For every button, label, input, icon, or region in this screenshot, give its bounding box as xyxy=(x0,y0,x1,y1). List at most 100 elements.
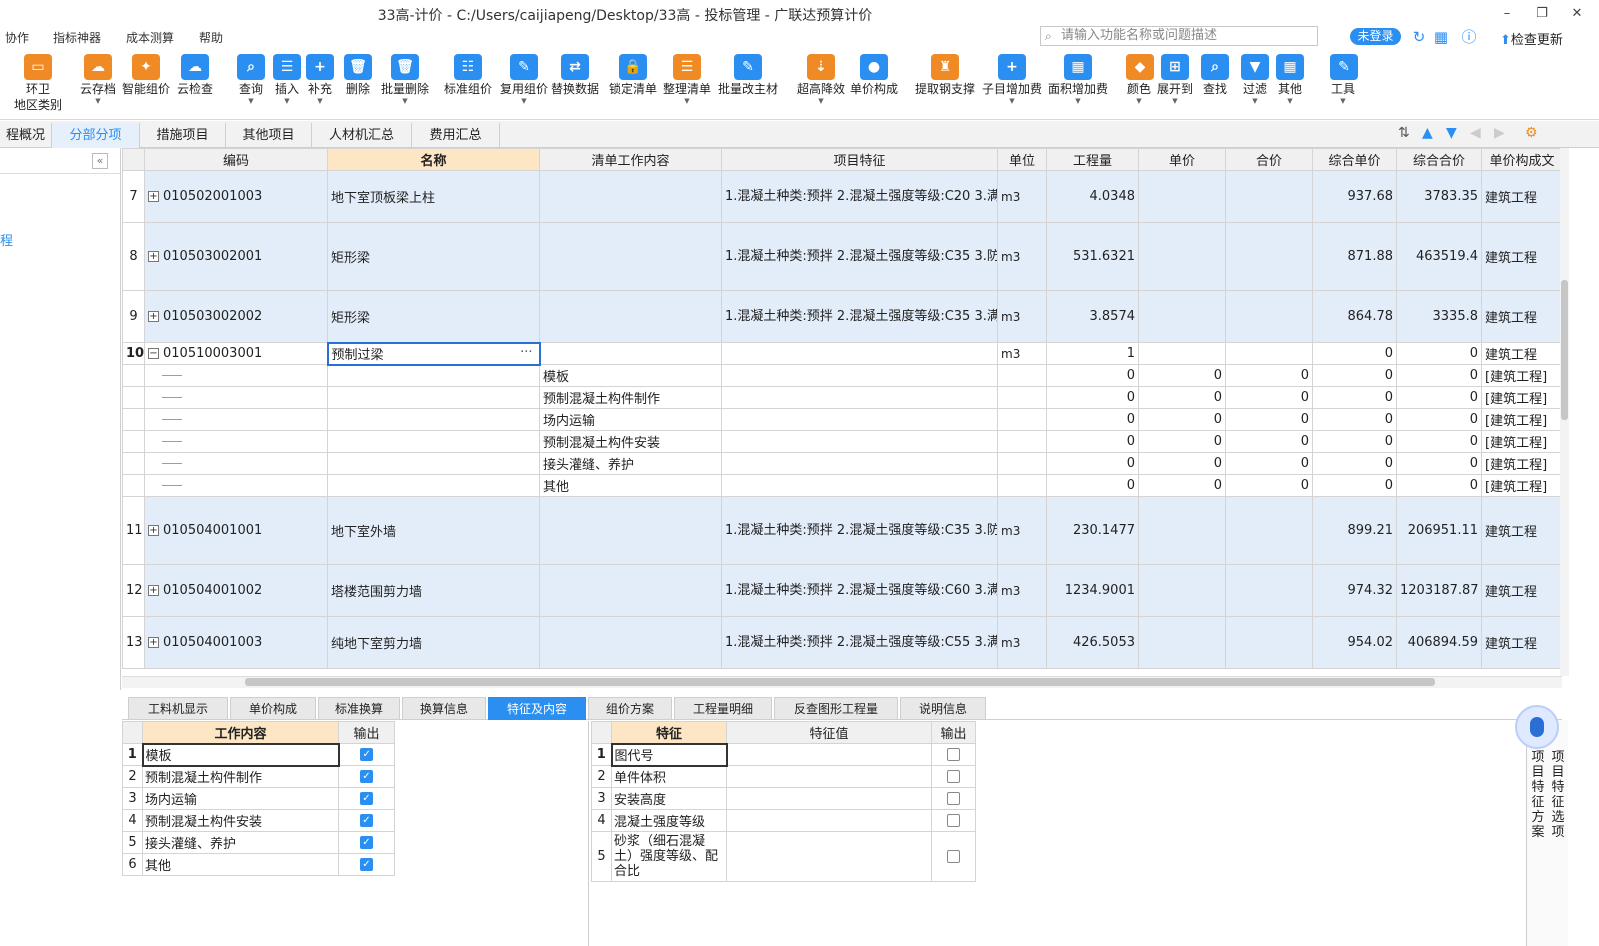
price-composition-cell[interactable]: [建筑工程] xyxy=(1481,474,1562,497)
qty-cell[interactable]: 0 xyxy=(1046,408,1139,431)
utotal-cell[interactable]: 3783.35 xyxy=(1396,170,1482,223)
price-cell[interactable] xyxy=(1138,564,1226,617)
uprice-cell[interactable]: 871.88 xyxy=(1312,222,1397,291)
table-row[interactable]: 7 +010502001003 地下室顶板梁上柱 1.混凝土种类:预拌 2.混凝土强度… xyxy=(122,170,1562,223)
item-name-cell[interactable] xyxy=(327,364,540,387)
total-cell[interactable]: 0 xyxy=(1225,386,1313,409)
detail-tab[interactable]: 工料机显示 xyxy=(128,697,228,720)
check-update-button[interactable]: ⬆检查更新 xyxy=(1500,29,1563,48)
output-checkbox[interactable] xyxy=(947,814,960,827)
item-name-cell[interactable]: 预制过梁 ··· xyxy=(326,341,541,366)
table-row[interactable]: 12 +010504001002 塔楼范围剪力墙 1.混凝土种类:预拌 2.混凝土强度… xyxy=(122,564,1562,617)
search-input[interactable]: ⌕ 请输入功能名称或问题描述 xyxy=(1040,26,1318,46)
price-cell[interactable]: 0 xyxy=(1138,452,1226,475)
price-cell[interactable]: 0 xyxy=(1138,386,1226,409)
price-composition-cell[interactable]: 建筑工程 xyxy=(1481,496,1562,565)
item-code-cell[interactable] xyxy=(144,430,328,453)
output-cell[interactable]: ✓ xyxy=(338,765,395,788)
menu-item-help[interactable]: 帮助 xyxy=(199,29,223,46)
toolbar-organize-list-button[interactable]: ☰ 整理清单 ▼ xyxy=(663,52,711,116)
table-row[interactable]: 2 预制混凝土构件制作 ✓ xyxy=(122,765,395,788)
utotal-cell[interactable]: 463519.4 xyxy=(1396,222,1482,291)
minimize-button[interactable]: – xyxy=(1495,4,1519,24)
qty-cell[interactable]: 0 xyxy=(1046,386,1139,409)
toolbar-tools-button[interactable]: ✎ 工具 ▼ xyxy=(1330,52,1358,116)
menu-item-collab[interactable]: 协作 xyxy=(5,29,29,46)
col-composite-price[interactable]: 综合单价 xyxy=(1312,148,1397,171)
output-checkbox[interactable]: ✓ xyxy=(360,770,373,783)
detail-tab[interactable]: 反查图形工程量 xyxy=(774,697,898,720)
qty-cell[interactable]: 1234.9001 xyxy=(1046,564,1139,617)
work-content-cell[interactable]: 接头灌缝、养护 xyxy=(539,452,722,475)
toolbar-unit-price-button[interactable]: ● 单价构成 xyxy=(849,52,899,116)
feature-value[interactable] xyxy=(726,831,932,882)
work-content-name[interactable]: 接头灌缝、养护 xyxy=(142,831,339,854)
work-content-cell[interactable]: 预制混凝土构件安装 xyxy=(539,430,722,453)
item-code-cell[interactable]: +010503002001 xyxy=(144,222,328,291)
apps-icon[interactable]: ▦ xyxy=(1430,27,1452,47)
dropdown-arrow-icon[interactable]: ▼ xyxy=(1156,97,1194,105)
expand-icon[interactable]: + xyxy=(148,525,159,536)
item-name-cell[interactable] xyxy=(327,386,540,409)
unit-cell[interactable] xyxy=(997,474,1047,497)
dropdown-arrow-icon[interactable]: ▼ xyxy=(1240,97,1270,105)
item-name-cell[interactable] xyxy=(327,452,540,475)
features-cell[interactable] xyxy=(721,408,998,431)
total-cell[interactable] xyxy=(1225,290,1313,343)
total-cell[interactable] xyxy=(1225,170,1313,223)
price-cell[interactable] xyxy=(1138,496,1226,565)
unit-cell[interactable] xyxy=(997,452,1047,475)
total-cell[interactable]: 0 xyxy=(1225,430,1313,453)
col-composite-total[interactable]: 综合合价 xyxy=(1396,148,1482,171)
output-cell[interactable] xyxy=(931,831,976,882)
tree-item-project[interactable]: 程 xyxy=(0,230,13,249)
work-content-cell[interactable]: 其他 xyxy=(539,474,722,497)
price-cell[interactable] xyxy=(1138,222,1226,291)
detail-tab[interactable]: 单价构成 xyxy=(230,697,316,720)
feature-name[interactable]: 混凝土强度等级 xyxy=(611,809,727,832)
horizontal-scroll-thumb[interactable] xyxy=(245,678,1435,686)
price-composition-cell[interactable]: 建筑工程 xyxy=(1481,222,1562,291)
qty-cell[interactable]: 4.0348 xyxy=(1046,170,1139,223)
toolbar-batch-material-button[interactable]: ✎ 批量改主材 xyxy=(718,52,778,116)
total-cell[interactable] xyxy=(1225,564,1313,617)
features-cell[interactable]: 1.混凝土种类:预拌 2.混凝土强度等级:C35 3.防水等级: P6 4.满足… xyxy=(721,222,998,291)
toolbar-region-button[interactable]: ▭ 环卫 地区类别 xyxy=(12,52,64,116)
price-cell[interactable]: 0 xyxy=(1138,408,1226,431)
price-cell[interactable]: 0 xyxy=(1138,474,1226,497)
utotal-cell[interactable]: 0 xyxy=(1396,386,1482,409)
output-checkbox[interactable]: ✓ xyxy=(360,858,373,871)
work-content-name[interactable]: 场内运输 xyxy=(142,787,339,810)
detail-tab[interactable]: 特征及内容 xyxy=(488,697,586,720)
price-composition-cell[interactable]: 建筑工程 xyxy=(1481,564,1562,617)
work-content-name[interactable]: 预制混凝土构件制作 xyxy=(142,765,339,788)
table-row[interactable]: 预制混凝土构件安装 0 0 0 0 0 [建筑工程] xyxy=(122,430,1562,453)
price-cell[interactable] xyxy=(1138,342,1226,365)
tab-other-items[interactable]: 其他项目 xyxy=(226,123,312,148)
toolbar-query-button[interactable]: ⌕ 查询 ▼ xyxy=(235,52,267,116)
unit-cell[interactable] xyxy=(997,386,1047,409)
output-cell[interactable] xyxy=(931,765,976,788)
total-cell[interactable]: 0 xyxy=(1225,408,1313,431)
table-row[interactable]: 5 砂浆（细石混凝土）强度等级、配合比 xyxy=(591,831,976,882)
uprice-cell[interactable]: 0 xyxy=(1312,430,1397,453)
features-cell[interactable] xyxy=(721,474,998,497)
col-price-composition[interactable]: 单价构成文 xyxy=(1481,148,1562,171)
features-cell[interactable]: 1.混凝土种类:预拌 2.混凝土强度等级:C35 3.满足设计图纸、相关规范及其… xyxy=(721,290,998,343)
item-name-cell[interactable]: 地下室外墙 xyxy=(327,496,540,565)
move-left-icon[interactable]: ◀ xyxy=(1470,125,1481,141)
toolbar-smart-price-button[interactable]: ✦ 智能组价 xyxy=(120,52,172,116)
utotal-cell[interactable]: 3335.8 xyxy=(1396,290,1482,343)
table-row[interactable]: 13 +010504001003 纯地下室剪力墙 1.混凝土种类:预拌 2.混凝土强度… xyxy=(122,616,1562,669)
col-unit-price[interactable]: 单价 xyxy=(1138,148,1226,171)
qty-cell[interactable]: 3.8574 xyxy=(1046,290,1139,343)
col-features[interactable]: 项目特征 xyxy=(721,148,998,171)
toolbar-cloud-check-button[interactable]: ☁ 云检查 xyxy=(176,52,214,116)
work-content-cell[interactable]: 预制混凝土构件制作 xyxy=(539,386,722,409)
restore-button[interactable]: ❐ xyxy=(1530,4,1554,24)
item-name-cell[interactable]: 矩形梁 xyxy=(327,290,540,343)
login-button[interactable]: 未登录 xyxy=(1350,28,1401,45)
dropdown-arrow-icon[interactable]: ▼ xyxy=(272,97,302,105)
price-composition-cell[interactable]: 建筑工程 xyxy=(1481,342,1562,365)
total-cell[interactable]: 0 xyxy=(1225,364,1313,387)
